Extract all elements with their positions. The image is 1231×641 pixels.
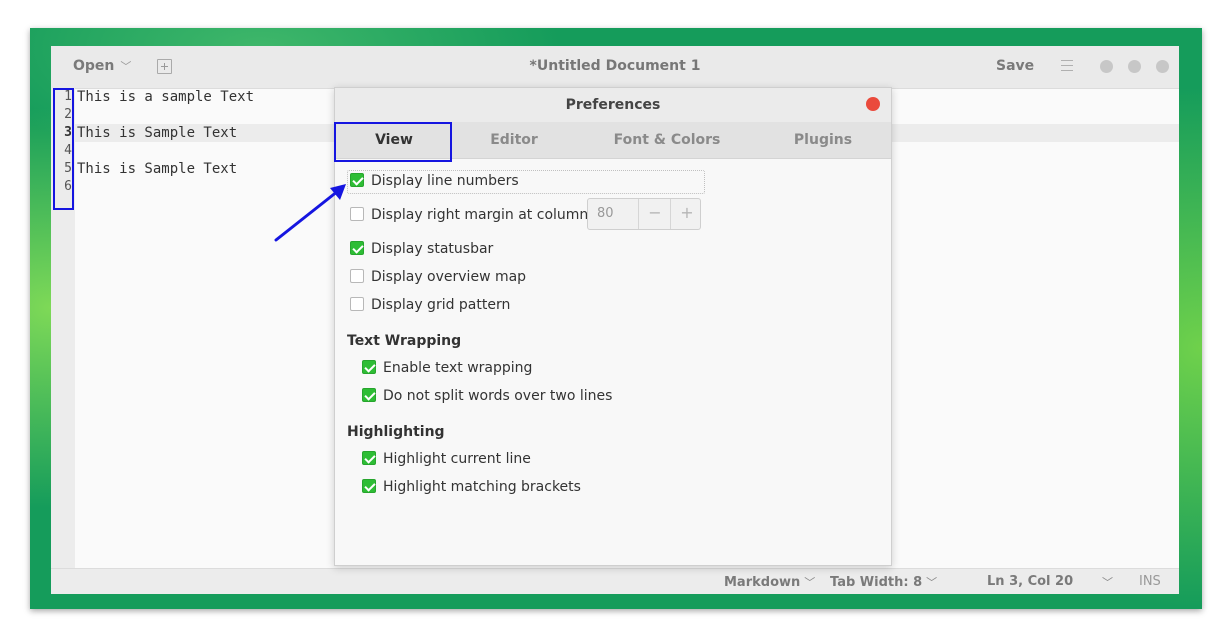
checkbox-checked-icon [362, 388, 376, 402]
tab-width-selector[interactable]: Tab Width: 8 ﹀ [830, 574, 937, 590]
highlighting-heading: Highlighting [347, 424, 445, 440]
dialog-header: Preferences [335, 88, 891, 122]
checkbox-label: Display overview map [371, 269, 527, 285]
maximize-icon[interactable] [1128, 60, 1141, 73]
hamburger-menu-icon[interactable] [1061, 60, 1073, 75]
statusbar: Markdown ﹀ Tab Width: 8 ﹀ Ln 3, Col 20 ﹀ I… [51, 568, 1179, 594]
checkbox-label: Enable text wrapping [383, 360, 533, 376]
checkbox-checked-icon [362, 451, 376, 465]
checkbox-unchecked-icon [350, 207, 364, 221]
minimize-icon[interactable] [1100, 60, 1113, 73]
line-numbers-annotation-box [53, 88, 74, 210]
checkbox-label: Display statusbar [371, 241, 494, 257]
checkbox-label: Display right margin at column: [371, 207, 593, 223]
increment-button[interactable]: + [670, 199, 703, 229]
checkbox-checked-icon [350, 173, 364, 187]
checkbox-checked-icon [362, 479, 376, 493]
checkbox-label: Display grid pattern [371, 297, 511, 313]
checkbox-checked-icon [350, 241, 364, 255]
checkbox-unchecked-icon [350, 297, 364, 311]
checkbox-label: Highlight current line [383, 451, 531, 467]
language-label: Markdown [724, 575, 801, 590]
save-button[interactable]: Save [996, 58, 1034, 74]
checkbox-label: Highlight matching brackets [383, 479, 581, 495]
chevron-down-icon: ﹀ [926, 576, 938, 589]
headerbar: Open ﹀ *Untitled Document 1 Save [51, 46, 1179, 89]
language-selector[interactable]: Markdown ﹀ [724, 574, 815, 590]
view-tab-annotation-box [334, 122, 452, 162]
cursor-position: Ln 3, Col 20 [987, 574, 1074, 589]
close-icon[interactable] [1156, 60, 1169, 73]
decrement-button[interactable]: − [638, 199, 671, 229]
right-margin-spinbutton[interactable]: 80 − + [587, 198, 701, 230]
chevron-down-icon[interactable]: ﹀ [1098, 574, 1113, 590]
chevron-down-icon: ﹀ [804, 576, 816, 589]
insert-mode-indicator: INS [1139, 574, 1161, 589]
dialog-title: Preferences [565, 97, 661, 113]
text-wrapping-heading: Text Wrapping [347, 333, 462, 349]
checkbox-label: Do not split words over two lines [383, 388, 613, 404]
annotation-arrow-icon [274, 184, 346, 242]
checkbox-checked-icon [362, 360, 376, 374]
checkbox-unchecked-icon [350, 269, 364, 283]
close-icon[interactable] [866, 97, 880, 111]
tab-plugins[interactable]: Plugins [765, 132, 881, 148]
checkbox-label: Display line numbers [371, 173, 519, 189]
tab-editor[interactable]: Editor [455, 132, 573, 148]
right-margin-value[interactable]: 80 [597, 206, 614, 221]
tab-font-colors[interactable]: Font & Colors [597, 132, 737, 148]
preferences-dialog: Preferences View Editor Font & Colors Pl… [334, 87, 892, 566]
tab-width-label: Tab Width: 8 [830, 575, 923, 590]
